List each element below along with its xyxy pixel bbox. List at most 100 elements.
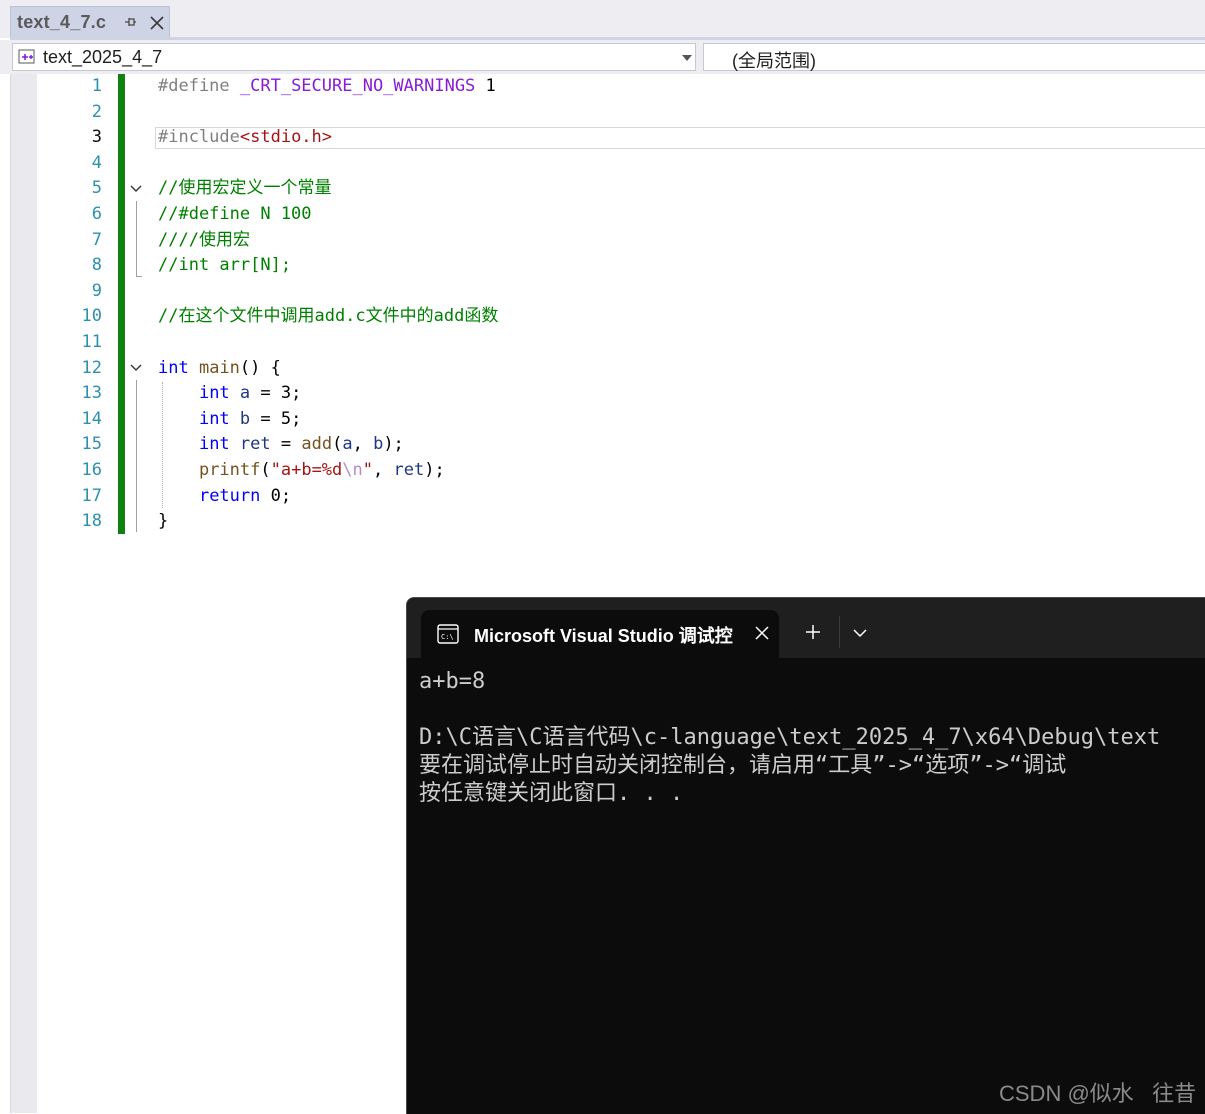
debug-console-window[interactable]: C:\ Microsoft Visual Studio 调试控 a+b=8 D:\… <box>406 597 1205 1114</box>
console-output-line: D:\C语言\C语言代码\c-language\text_2025_4_7\x6… <box>419 725 1161 750</box>
console-titlebar: C:\ Microsoft Visual Studio 调试控 <box>407 598 1205 658</box>
code-token: 0; <box>260 485 292 506</box>
code-token: printf <box>198 460 261 480</box>
change-tracking-bar <box>118 74 125 534</box>
code-token: //在这个文件中调用add.c文件中的add函数 <box>158 306 499 327</box>
fold-guide <box>136 201 137 277</box>
code-line[interactable]: //在这个文件中调用add.c文件中的add函数 <box>158 305 498 327</box>
code-token: int <box>198 383 230 404</box>
code-token: , <box>373 460 394 480</box>
chevron-down-icon[interactable] <box>682 55 692 61</box>
line-number: 7 <box>91 229 102 250</box>
code-token: a <box>342 434 353 455</box>
tab-title: text_4_7.c <box>17 12 107 32</box>
code-token: int <box>198 408 230 429</box>
code-token: //int arr[N]; <box>158 255 292 276</box>
console-tab[interactable]: C:\ Microsoft Visual Studio 调试控 <box>421 610 779 658</box>
project-file-icon <box>18 49 35 64</box>
chevron-down-icon[interactable] <box>853 628 867 638</box>
line-number: 9 <box>91 280 102 301</box>
fold-guide-end <box>136 276 142 277</box>
line-number: 14 <box>81 408 102 429</box>
code-token: 1 <box>475 76 496 96</box>
line-number: 6 <box>91 204 102 224</box>
collapse-icon[interactable] <box>129 361 143 375</box>
line-number: 8 <box>91 255 102 276</box>
code-line[interactable]: #define _CRT_SECURE_NO_WARNINGS 1 <box>158 75 496 97</box>
svg-text:C:\: C:\ <box>441 633 454 641</box>
code-token: = 3; <box>250 383 302 404</box>
line-number: 13 <box>81 383 102 404</box>
close-icon[interactable] <box>149 15 165 31</box>
code-token: } <box>158 511 169 532</box>
code-token: "a+b=%d <box>270 460 343 480</box>
close-icon[interactable] <box>755 626 769 640</box>
code-token: ret <box>239 434 271 455</box>
line-number: 17 <box>81 485 102 506</box>
document-tab-strip: text_4_7.c <box>0 0 1205 38</box>
code-line[interactable]: int b = 5; <box>158 408 301 430</box>
code-token: = <box>270 434 302 455</box>
console-output-line: 按任意键关闭此窗口. . . <box>419 781 684 806</box>
code-line[interactable]: return 0; <box>158 485 291 507</box>
code-token: ////使用宏 <box>158 229 250 250</box>
code-token: () { <box>239 357 281 378</box>
new-tab-plus-icon[interactable] <box>805 624 821 640</box>
project-name: text_2025_4_7 <box>43 47 163 67</box>
code-token: add <box>301 434 333 455</box>
line-number: 4 <box>91 152 102 173</box>
line-number: 3 <box>91 127 102 148</box>
code-line[interactable]: //使用宏定义一个常量 <box>158 177 331 199</box>
scope-dropdown[interactable]: (全局范围) <box>703 43 1205 71</box>
tab-text-4-7-c[interactable]: text_4_7.c <box>10 6 170 38</box>
line-number: 16 <box>81 460 102 480</box>
pin-icon[interactable] <box>123 15 137 29</box>
code-line[interactable]: int main() { <box>158 357 281 379</box>
console-output-line: 要在调试停止时自动关闭控制台，请启用“工具”->“选项”->“调试 <box>419 753 1067 778</box>
line-number: 18 <box>81 511 102 532</box>
code-token: = 5; <box>250 408 302 429</box>
code-token: \n <box>342 460 363 480</box>
code-line[interactable]: int ret = add(a, b); <box>158 433 404 455</box>
code-token: int <box>158 357 189 378</box>
fold-guide <box>136 380 137 532</box>
code-token: #include <box>158 127 240 148</box>
code-token: ( <box>260 460 271 480</box>
code-line[interactable]: //#define N 100 <box>158 203 312 225</box>
console-output-line: a+b=8 <box>419 669 486 694</box>
code-token: int <box>198 434 230 455</box>
line-number: 5 <box>91 178 102 199</box>
code-token: return <box>198 485 261 506</box>
code-line[interactable]: ////使用宏 <box>158 229 250 251</box>
code-token: ( <box>332 434 343 455</box>
line-number: 1 <box>91 76 102 96</box>
code-token: ret <box>393 460 425 480</box>
watermark: CSDN @似水 往昔 <box>999 1081 1197 1106</box>
code-token: //使用宏定义一个常量 <box>158 178 332 199</box>
code-line[interactable]: printf("a+b=%d\n", ret); <box>158 459 445 481</box>
code-token: main <box>198 357 240 378</box>
code-line[interactable]: #include<stdio.h> <box>158 126 332 148</box>
code-line[interactable]: } <box>158 510 168 532</box>
code-token: #define <box>158 76 240 96</box>
line-number: 12 <box>81 357 102 378</box>
code-token: " <box>362 460 374 480</box>
titlebar-separator <box>839 616 840 648</box>
line-number: 15 <box>81 434 102 455</box>
code-token: , <box>352 434 374 455</box>
code-token: b <box>373 434 384 455</box>
code-token: a <box>239 383 251 404</box>
collapse-icon[interactable] <box>129 182 143 196</box>
line-number: 10 <box>81 306 102 327</box>
code-token: <stdio.h> <box>239 127 333 148</box>
navigation-bar: text_2025_4_7 (全局范围) <box>0 40 1205 74</box>
code-line[interactable]: //int arr[N]; <box>158 254 291 276</box>
scope-name: (全局范围) <box>732 51 816 71</box>
project-dropdown[interactable]: text_2025_4_7 <box>12 43 696 71</box>
code-line[interactable]: int a = 3; <box>158 382 301 404</box>
code-token: ); <box>424 460 445 480</box>
